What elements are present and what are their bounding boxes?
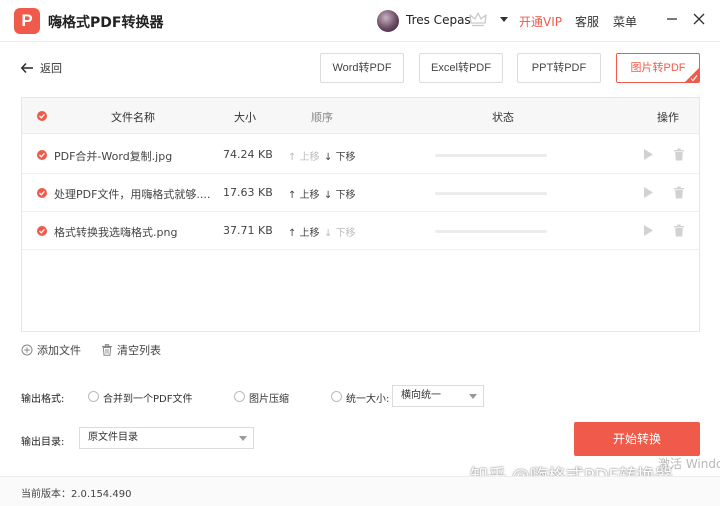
table-row: PDF合并-Word复制.jpg 74.24 KB ↑ 上移 ↓ 下移 [22,136,699,174]
clear-list-button[interactable]: 清空列表 [101,342,161,358]
close-icon[interactable] [692,12,706,26]
status-bar: 当前版本：2.0.154.490 [0,476,720,506]
unify-size-radio[interactable] [331,391,342,402]
add-circle-icon [21,344,33,356]
play-icon[interactable] [642,186,654,199]
unify-size-select[interactable]: 横向统一 [392,385,484,407]
check-icon [39,190,45,196]
header-action: 操作 [657,111,679,124]
arrow-left-icon [20,62,33,74]
menu-link[interactable]: 菜单 [613,13,637,30]
add-file-button[interactable]: 添加文件 [21,342,81,358]
file-size: 74.24 KB [223,148,273,161]
service-link[interactable]: 客服 [575,13,599,30]
move-up-label: 上移 [299,190,320,201]
compress-option-label[interactable]: 图片压缩 [249,390,289,405]
trash-icon[interactable] [673,224,685,237]
check-icon [690,75,698,82]
clear-list-label: 清空列表 [117,344,161,357]
move-up-button[interactable]: ↑ 上移 [288,148,320,163]
file-size: 37.71 KB [223,224,273,237]
back-button[interactable]: 返回 [20,58,62,78]
start-convert-button[interactable]: 开始转换 [574,422,700,456]
table-row: 处理PDF文件，用嗨格式就够.... 17.63 KB ↑ 上移 ↓ 下移 [22,174,699,212]
chevron-down-icon [239,436,247,441]
row-checkbox[interactable] [37,226,47,236]
output-format-label: 输出格式: [21,394,65,405]
header-status: 状态 [492,111,514,124]
crown-icon [469,12,487,27]
minimize-icon[interactable] [665,12,679,26]
tab-image-to-pdf[interactable]: 图片转PDF [616,53,700,83]
compress-radio[interactable] [234,391,245,402]
header-order: 顺序 [311,111,333,124]
progress-bar [435,192,547,195]
file-size: 17.63 KB [223,186,273,199]
check-icon [39,228,45,234]
table-header: 文件名称 大小 顺序 状态 操作 [22,98,699,134]
trash-icon[interactable] [673,186,685,199]
select-all-checkbox[interactable] [37,111,47,121]
row-checkbox[interactable] [37,188,47,198]
trash-icon[interactable] [673,148,685,161]
check-icon [39,113,45,119]
file-table: 文件名称 大小 顺序 状态 操作 PDF合并-Word复制.jpg 74.24 … [21,97,700,332]
add-file-label: 添加文件 [37,344,81,357]
file-name: PDF合并-Word复制.jpg [54,150,173,163]
move-down-button[interactable]: ↓ 下移 [324,186,356,201]
back-label: 返回 [40,62,62,75]
table-row: 格式转换我选嗨格式.png 37.71 KB ↑ 上移 ↓ 下移 [22,212,699,250]
move-down-button[interactable]: ↓ 下移 [324,224,356,239]
play-icon[interactable] [642,148,654,161]
version-label: 当前版本：2.0.154.490 [21,489,132,500]
move-down-label: 下移 [335,228,356,239]
app-logo-glyph: P [21,11,33,30]
app-logo: P [14,8,40,34]
user-dropdown-icon[interactable] [499,14,509,24]
merge-radio[interactable] [88,391,99,402]
move-up-button[interactable]: ↑ 上移 [288,186,320,201]
progress-bar [435,154,547,157]
move-down-label: 下移 [335,190,356,201]
file-name: 处理PDF文件，用嗨格式就够.... [54,188,211,201]
user-name[interactable]: Tres Cepas [406,13,471,27]
vip-link[interactable]: 开通VIP [519,13,562,30]
row-checkbox[interactable] [37,150,47,160]
user-avatar[interactable] [377,10,399,32]
chevron-down-icon [469,394,477,399]
file-name: 格式转换我选嗨格式.png [54,226,178,239]
unify-size-select-value: 横向统一 [401,390,441,401]
merge-option-label[interactable]: 合并到一个PDF文件 [103,390,192,405]
output-dir-select[interactable]: 原文件目录 [79,427,254,449]
play-icon[interactable] [642,224,654,237]
app-title: 嗨格式PDF转换器 [48,15,164,31]
move-up-label: 上移 [299,152,320,163]
move-up-label: 上移 [299,228,320,239]
move-up-button[interactable]: ↑ 上移 [288,224,320,239]
move-down-button[interactable]: ↓ 下移 [324,148,356,163]
move-down-label: 下移 [335,152,356,163]
header-size: 大小 [234,111,256,124]
check-icon [39,152,45,158]
unify-size-option-label[interactable]: 统一大小: [346,390,389,405]
trash-icon [102,344,112,356]
tab-excel-to-pdf[interactable]: Excel转PDF [419,53,503,83]
output-dir-label: 输出目录: [21,437,65,448]
tab-ppt-to-pdf[interactable]: PPT转PDF [517,53,601,83]
progress-bar [435,230,547,233]
tab-word-to-pdf[interactable]: Word转PDF [320,53,404,83]
tab-image-to-pdf-label: 图片转PDF [630,62,686,74]
title-bar: P 嗨格式PDF转换器 Tres Cepas 开通VIP 客服 菜单 [0,0,720,42]
header-file-name: 文件名称 [111,111,155,124]
output-dir-select-value: 原文件目录 [88,432,138,443]
